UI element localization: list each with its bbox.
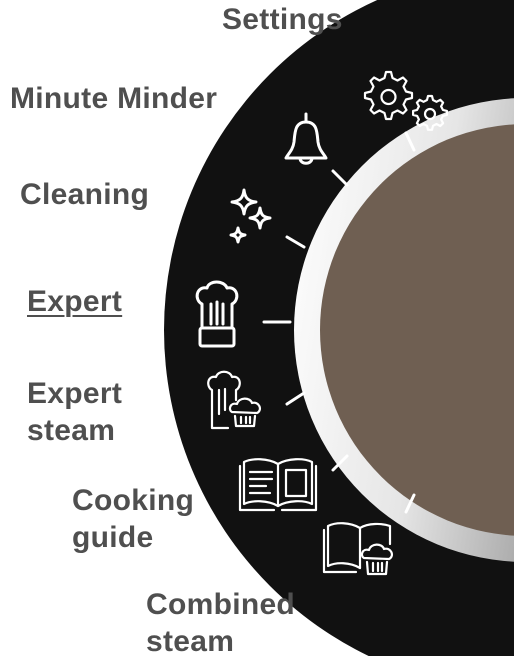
mode-label-expert[interactable]: Expert — [27, 283, 122, 320]
label-text: Expert — [27, 377, 123, 410]
label-text: Settings — [222, 3, 343, 36]
mode-label-cooking-guide[interactable]: Cooking guide — [72, 482, 194, 556]
label-text: Expert — [27, 285, 123, 318]
label-text: steam — [146, 625, 235, 658]
mode-label-expert-steam[interactable]: Expert steam — [27, 375, 122, 449]
label-text: Combined — [146, 588, 296, 621]
label-text: steam — [27, 414, 116, 447]
label-text: Cleaning — [20, 178, 150, 211]
label-text: guide — [72, 521, 154, 554]
mode-label-combined-steam[interactable]: Combined steam — [146, 586, 295, 660]
label-text: Cooking — [72, 484, 195, 517]
mode-label-minute-minder[interactable]: Minute Minder — [10, 80, 217, 117]
mode-label-cleaning[interactable]: Cleaning — [20, 176, 149, 213]
mode-label-settings[interactable]: Settings — [222, 1, 343, 38]
label-text: Minute Minder — [10, 82, 218, 115]
